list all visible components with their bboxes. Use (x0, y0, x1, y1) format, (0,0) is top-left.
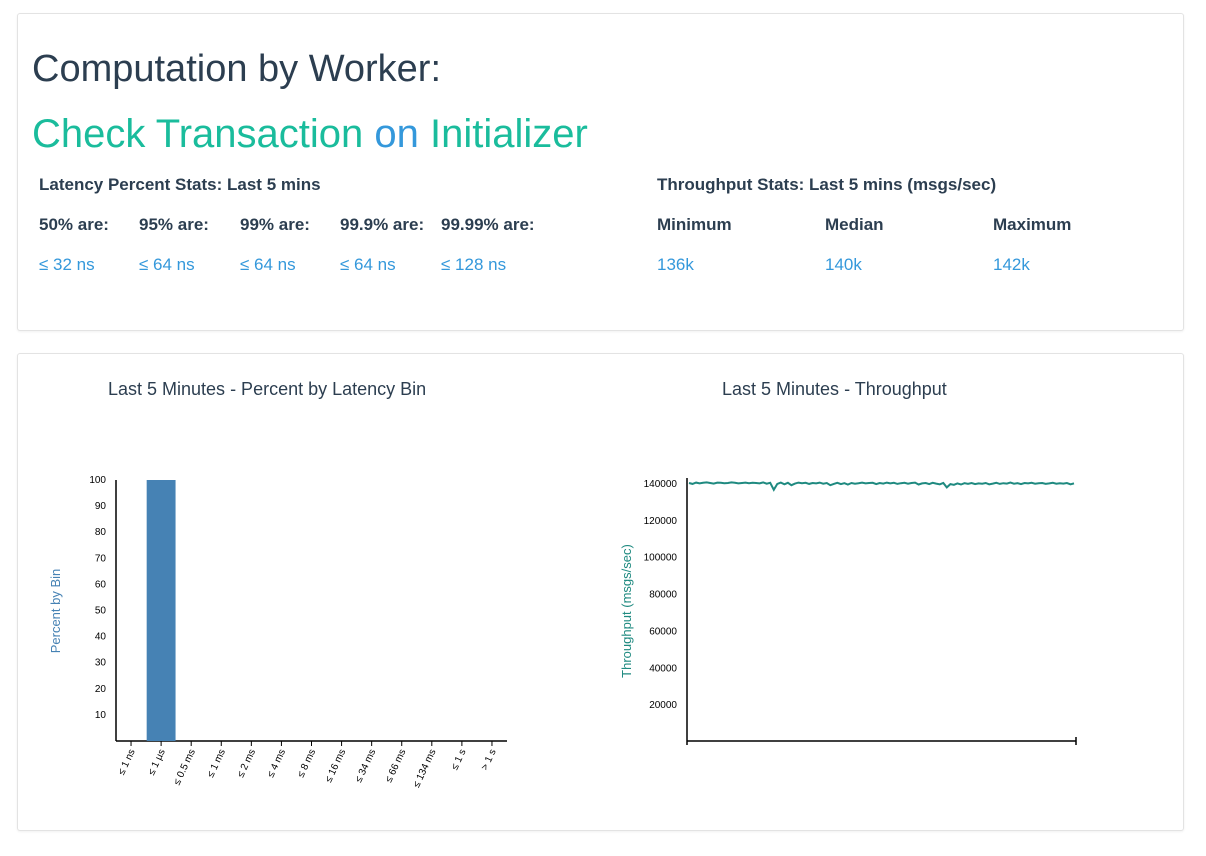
charts-panel: Last 5 Minutes - Percent by Latency Bin … (17, 353, 1184, 831)
page-title: Computation by Worker: (32, 48, 442, 90)
throughput-col-value: 142k (993, 255, 1030, 274)
throughput-col-value: 136k (657, 255, 694, 274)
latency-col-value: ≤ 128 ns (441, 255, 507, 274)
latency-col-value: ≤ 64 ns (340, 255, 396, 274)
throughput-col-label: Maximum (993, 215, 1072, 234)
subtitle-worker: Initializer (430, 112, 588, 156)
latency-col-label: 99.99% are: (441, 215, 535, 234)
throughput-col-label: Median (825, 215, 884, 234)
latency-chart-title: Last 5 Minutes - Percent by Latency Bin (108, 379, 427, 399)
throughput-stats-heading: Throughput Stats: Last 5 mins (msgs/sec) (657, 175, 997, 194)
latency-col-label: 99.9% are: (340, 215, 425, 234)
summary-panel: Computation by Worker: Check Transaction… (17, 13, 1184, 331)
latency-col-label: 99% are: (240, 215, 310, 234)
page-subtitle: Check Transaction on Initializer (32, 114, 588, 154)
latency-col-label: 95% are: (139, 215, 209, 234)
subtitle-computation: Check Transaction (32, 112, 364, 156)
latency-col-value: ≤ 64 ns (139, 255, 195, 274)
subtitle-on: on (374, 112, 419, 156)
latency-col-label: 50% are: (39, 215, 109, 234)
throughput-chart-title: Last 5 Minutes - Throughput (722, 379, 947, 399)
latency-stats-heading: Latency Percent Stats: Last 5 mins (39, 175, 321, 194)
latency-col-value: ≤ 32 ns (39, 255, 95, 274)
throughput-col-value: 140k (825, 255, 862, 274)
throughput-col-label: Minimum (657, 215, 732, 234)
latency-col-value: ≤ 64 ns (240, 255, 296, 274)
